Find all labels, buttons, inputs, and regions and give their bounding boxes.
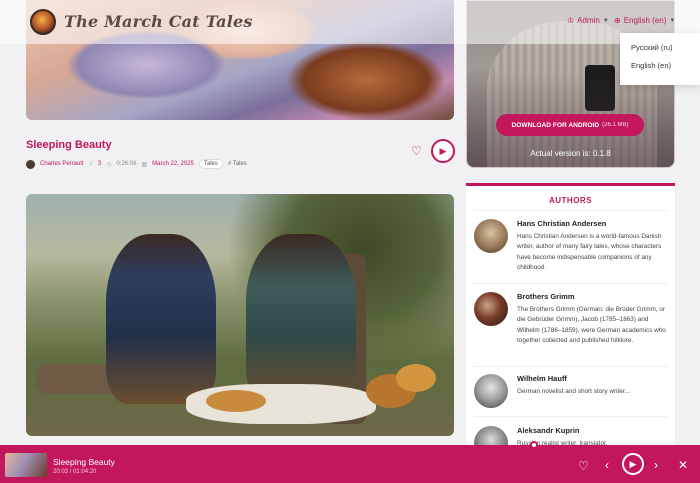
language-dropdown: Русский (ru) English (en) [620, 33, 700, 85]
language-option-ru[interactable]: Русский (ru) [620, 40, 700, 58]
play-icon: ▶ [439, 145, 447, 156]
chevron-down-icon: ▼ [669, 17, 676, 24]
story-date: March 22, 2025 [152, 161, 194, 167]
globe-icon: ⊕ [614, 16, 621, 25]
download-label: DOWNLOAD FOR ANDROID [511, 121, 600, 129]
authors-panel: AUTHORS Hans Christian Andersen Hans Chr… [466, 183, 675, 460]
admin-menu[interactable]: ♔ Admin ▼ [567, 16, 609, 25]
author-desc: Hans Christian Andersen is a world-famou… [517, 233, 662, 272]
admin-label: Admin [577, 16, 600, 25]
author-name[interactable]: Hans Christian Andersen [517, 219, 606, 228]
headphones-icon: ♫ [88, 161, 93, 167]
author-name[interactable]: Brothers Grimm [517, 292, 575, 301]
author-avatar [26, 159, 35, 169]
author-desc: The Brothers Grimm (German: die Brüder G… [517, 306, 666, 345]
category-badge[interactable]: Tales [198, 159, 223, 169]
site-logo[interactable] [30, 9, 56, 35]
story-duration: 0:26:06 [116, 161, 137, 167]
author-avatar [474, 374, 508, 408]
authors-title: AUTHORS [548, 196, 593, 205]
app-version: Actual version is: 0.1.8 [530, 149, 611, 158]
previous-icon[interactable]: ‹ [605, 458, 609, 472]
story-meta: Charles Perrault ♫ 3 ◷ 0:26:06 ▦ March 2… [26, 159, 247, 169]
player-thumbnail [5, 453, 47, 477]
story-tag[interactable]: # Tales [228, 161, 247, 167]
download-android-button[interactable]: DOWNLOAD FOR ANDROID (26.1 MB) [496, 114, 644, 136]
story-title[interactable]: Sleeping Beauty [26, 139, 112, 151]
next-icon[interactable]: › [654, 458, 658, 472]
chevron-down-icon: ▼ [602, 17, 609, 24]
audio-player-bar: Sleeping Beauty 20:03 / 01:04:20 ♡ ‹ ▶ ›… [0, 441, 700, 483]
calendar-icon: ▦ [141, 161, 148, 168]
play-button[interactable]: ▶ [431, 139, 455, 163]
story-cover-image-2[interactable] [26, 194, 454, 436]
author-avatar [474, 292, 508, 326]
player-time: 20:03 / 01:04:20 [53, 469, 97, 475]
story-author[interactable]: Charles Perrault [40, 161, 83, 167]
player-title[interactable]: Sleeping Beauty [53, 457, 115, 467]
progress-slider-handle[interactable] [530, 441, 538, 449]
author-name[interactable]: Wilhelm Hauff [517, 374, 567, 383]
story-listens: 3 [97, 161, 102, 167]
clock-icon: ◷ [106, 161, 112, 168]
close-icon[interactable]: ✕ [678, 458, 688, 472]
site-header: The March Cat Tales ♔ Admin ▼ ⊕ English … [0, 0, 700, 44]
site-title[interactable]: The March Cat Tales [64, 12, 253, 31]
player-play-button[interactable]: ▶ [622, 453, 644, 475]
author-desc: German novelist and short story writer..… [517, 388, 630, 395]
language-menu[interactable]: ⊕ English (en) ▼ [614, 16, 675, 25]
download-size: (26.1 MB) [602, 122, 629, 128]
author-name[interactable]: Aleksandr Kuprin [517, 426, 580, 435]
author-avatar [474, 219, 508, 253]
play-icon: ▶ [629, 458, 637, 469]
player-heart-icon[interactable]: ♡ [578, 459, 589, 473]
admin-icon: ♔ [567, 16, 575, 25]
language-label: English (en) [623, 16, 667, 25]
language-option-en[interactable]: English (en) [620, 58, 700, 76]
favorite-heart-icon[interactable]: ♡ [411, 144, 422, 158]
